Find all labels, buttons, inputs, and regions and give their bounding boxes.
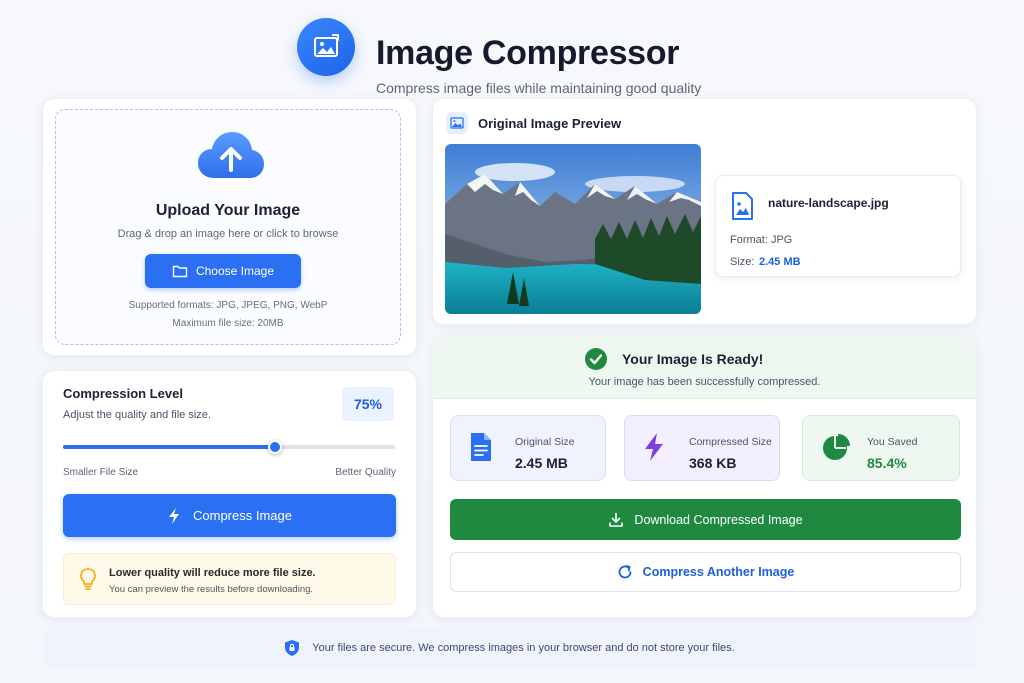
slider-thumb[interactable] [268,440,283,454]
shield-icon [285,640,300,656]
file-size-value: 2.45 MB [759,256,801,268]
upload-card: Upload Your Image Drag & drop an image h… [42,98,417,356]
choose-image-button[interactable]: Choose Image [145,254,301,288]
lightning-icon [169,507,179,524]
stat-compressed-size: Compressed Size 368 KB [624,415,780,481]
compress-another-label: Compress Another Image [642,565,795,579]
stat-value: 368 KB [689,455,737,471]
compression-card: Compression Level Adjust the quality and… [42,370,417,618]
stat-label: Compressed Size [689,436,772,448]
result-title: Your Image Is Ready! [622,351,764,367]
compression-tip: Lower quality will reduce more file size… [63,553,396,605]
file-size-label: Size: [730,256,755,268]
upload-description: Drag & drop an image here or click to br… [117,228,339,240]
file-info-card: nature-landscape.jpg Format: JPG Size: 2… [715,175,961,277]
result-card: Your Image Is Ready! Your image has been… [432,336,977,618]
preview-title: Original Image Preview [478,116,622,131]
folder-icon [172,265,188,278]
compression-title: Compression Level [63,386,183,401]
tip-description: You can preview the results before downl… [109,584,314,595]
file-format: Format: JPG [730,234,793,246]
app-header: Image Compressor Compress image files wh… [297,18,737,96]
tip-title: Lower quality will reduce more file size… [109,567,316,579]
pie-chart-icon [821,432,851,467]
compression-description: Adjust the quality and file size. [63,409,211,421]
compress-another-button[interactable]: Compress Another Image [450,552,961,592]
result-description: Your image has been successfully compres… [588,376,821,388]
compress-image-label: Compress Image [193,508,292,523]
refresh-icon [618,565,632,579]
footer-text: Your files are secure. We compress image… [312,642,735,654]
supported-formats: Supported formats: JPG, JPEG, PNG, WebP [128,300,328,311]
image-icon [297,18,355,76]
max-file-size: Maximum file size: 20MB [172,318,284,329]
compress-image-button[interactable]: Compress Image [63,494,396,537]
slider-fill [63,445,276,449]
image-icon [446,112,468,134]
lightning-icon [643,432,665,467]
download-label: Download Compressed Image [634,512,803,527]
stat-original-size: Original Size 2.45 MB [450,415,606,481]
cloud-upload-icon [196,128,266,189]
slider-max-label: Better Quality [335,467,396,478]
upload-dropzone[interactable]: Upload Your Image Drag & drop an image h… [55,109,401,345]
stat-value: 2.45 MB [515,455,568,471]
landscape-image [445,144,701,314]
choose-image-label: Choose Image [195,264,275,278]
stat-label: You Saved [867,436,918,448]
page-title: Image Compressor [376,34,680,72]
slider-min-label: Smaller File Size [63,467,139,478]
file-image-icon [730,192,754,225]
result-banner: Your Image Is Ready! Your image has been… [433,337,976,399]
upload-title: Upload Your Image [155,202,301,219]
preview-card: Original Image Preview nature-landscape.… [432,98,977,325]
download-compressed-button[interactable]: Download Compressed Image [450,499,961,540]
file-name: nature-landscape.jpg [768,196,889,210]
stat-label: Original Size [515,436,575,448]
security-footer: Your files are secure. We compress image… [42,629,977,667]
quality-slider[interactable] [63,440,395,454]
document-icon [469,432,493,467]
lightbulb-icon [79,567,97,596]
check-circle-icon [584,347,608,376]
stat-you-saved: You Saved 85.4% [802,415,960,481]
compression-level-badge: 75% [342,387,394,421]
stat-value: 85.4% [867,455,907,471]
page-subtitle: Compress image files while maintaining g… [376,80,702,96]
download-icon [609,512,624,527]
